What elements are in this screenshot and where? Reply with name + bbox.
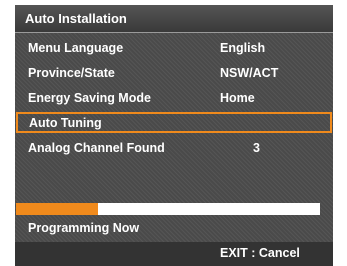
analog-channel-count: 3 [253, 141, 260, 155]
menu-language-row[interactable]: Menu Language English [15, 37, 333, 59]
menu-language-label: Menu Language [28, 41, 124, 55]
province-state-row[interactable]: Province/State NSW/ACT [15, 62, 333, 84]
auto-tuning-row[interactable]: Auto Tuning [16, 112, 332, 133]
province-state-value: NSW/ACT [220, 66, 279, 80]
energy-saving-mode-value: Home [220, 91, 255, 105]
panel-header: Auto Installation [15, 5, 333, 33]
analog-channel-found-label: Analog Channel Found [28, 141, 165, 155]
tuning-progress-fill [16, 203, 99, 215]
menu-language-value: English [220, 41, 266, 55]
panel-footer: EXIT : Cancel [15, 242, 333, 266]
exit-cancel-hint[interactable]: EXIT : Cancel [220, 246, 300, 260]
province-state-label: Province/State [28, 66, 115, 80]
panel-title: Auto Installation [25, 11, 127, 26]
status-text: Programming Now [28, 221, 140, 235]
energy-saving-mode-label: Energy Saving Mode [28, 91, 151, 105]
tuning-progress-bar [16, 203, 320, 215]
auto-tuning-label: Auto Tuning [29, 116, 102, 130]
analog-channel-found-row: Analog Channel Found 3 [15, 137, 333, 159]
auto-installation-panel: Auto Installation Menu Language English … [15, 5, 333, 266]
panel-body: Menu Language English Province/State NSW… [15, 33, 333, 242]
energy-saving-mode-row[interactable]: Energy Saving Mode Home [15, 87, 333, 109]
